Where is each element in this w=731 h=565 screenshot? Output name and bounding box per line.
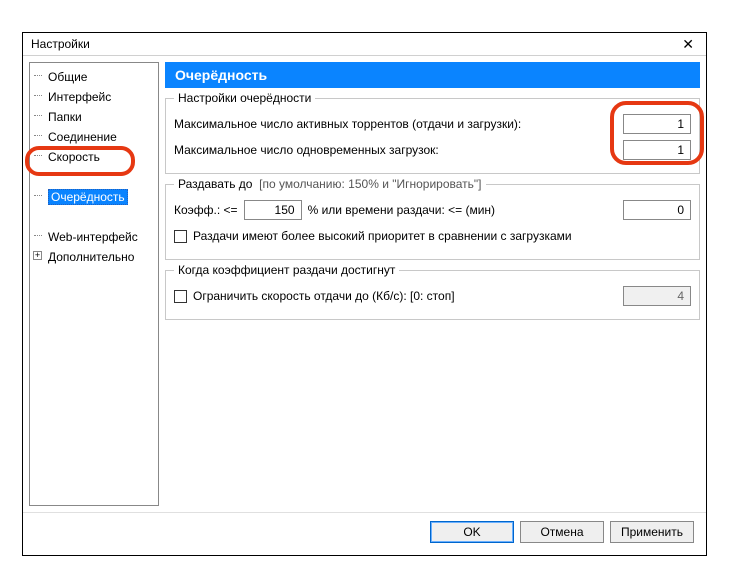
limit-upload-checkbox[interactable] <box>174 290 187 303</box>
dialog-buttons: OK Отмена Применить <box>23 512 706 551</box>
apply-button[interactable]: Применить <box>610 521 694 543</box>
seed-time-input[interactable] <box>623 200 691 220</box>
close-icon[interactable]: ✕ <box>678 36 698 53</box>
group-label: Когда коэффициент раздачи достигнут <box>174 263 399 277</box>
max-active-label: Максимальное число активных торрентов (о… <box>174 117 521 131</box>
tree-item-speed[interactable]: Скорость <box>34 147 156 167</box>
group-queue-settings: Настройки очерёдности Максимальное число… <box>165 98 700 174</box>
limit-upload-input <box>623 286 691 306</box>
expand-icon[interactable]: + <box>33 251 42 260</box>
ok-button[interactable]: OK <box>430 521 514 543</box>
category-tree[interactable]: Общие Интерфейс Папки Соединение Скорост… <box>29 62 159 506</box>
percent-time-label: % или времени раздачи: <= (мин) <box>308 203 495 217</box>
tree-item-folders[interactable]: Папки <box>34 107 156 127</box>
max-active-input[interactable] <box>623 114 691 134</box>
cancel-button[interactable]: Отмена <box>520 521 604 543</box>
settings-dialog: Настройки ✕ Общие Интерфейс Папки Соедин… <box>22 32 707 556</box>
tree-item-webui[interactable]: Web-интерфейс <box>34 227 156 247</box>
window-title: Настройки <box>31 37 678 51</box>
tree-item-connection[interactable]: Соединение <box>34 127 156 147</box>
group-label: Настройки очерёдности <box>174 91 315 105</box>
group-ratio-reached: Когда коэффициент раздачи достигнут Огра… <box>165 270 700 320</box>
tree-item-general[interactable]: Общие <box>34 67 156 87</box>
priority-checkbox-label: Раздачи имеют более высокий приоритет в … <box>193 229 572 243</box>
max-downloads-input[interactable] <box>623 140 691 160</box>
page-title: Очерёдность <box>165 62 700 88</box>
main-panel: Очерёдность Настройки очерёдности Максим… <box>165 62 700 506</box>
group-seed-until: Раздавать до [по умолчанию: 150% и "Игно… <box>165 184 700 260</box>
coef-input[interactable] <box>244 200 302 220</box>
max-downloads-label: Максимальное число одновременных загрузо… <box>174 143 439 157</box>
tree-item-interface[interactable]: Интерфейс <box>34 87 156 107</box>
tree-item-queueing[interactable]: Очерёдность <box>34 187 156 207</box>
limit-upload-label: Ограничить скорость отдачи до (Кб/с): [0… <box>193 289 455 303</box>
group-label: Раздавать до [по умолчанию: 150% и "Игно… <box>174 177 486 191</box>
titlebar: Настройки ✕ <box>23 33 706 56</box>
tree-item-advanced[interactable]: + Дополнительно <box>34 247 156 267</box>
coef-label: Коэфф.: <= <box>174 203 238 217</box>
priority-checkbox[interactable] <box>174 230 187 243</box>
